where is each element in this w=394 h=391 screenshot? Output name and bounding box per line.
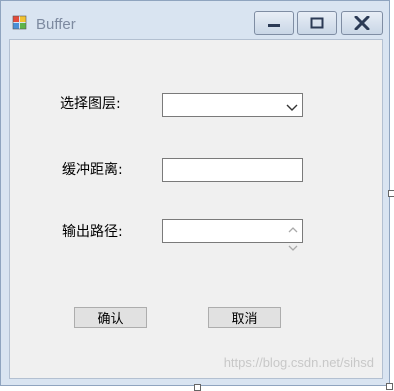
- maximize-icon: [310, 17, 324, 29]
- numeric-spinner[interactable]: [285, 221, 301, 251]
- layer-select[interactable]: [162, 93, 303, 117]
- window-title: Buffer: [36, 16, 76, 33]
- client-area: 选择图层: 缓冲距离: 输出路径: 确认 取消 https://blog.csd…: [9, 39, 383, 379]
- close-icon: [354, 16, 370, 30]
- confirm-button[interactable]: 确认: [74, 307, 147, 328]
- minimize-icon: [267, 18, 281, 28]
- resize-handle-corner[interactable]: [386, 383, 393, 390]
- output-label: 输出路径:: [62, 224, 123, 240]
- layer-label: 选择图层:: [60, 96, 121, 112]
- output-numeric-field[interactable]: [162, 219, 303, 251]
- chevron-up-icon[interactable]: [288, 221, 298, 239]
- title-bar[interactable]: Buffer: [1, 1, 389, 41]
- app-icon: [12, 15, 28, 31]
- resize-handle-bottom[interactable]: [194, 384, 201, 391]
- buffer-window: Buffer 选择图层: 缓冲距离: 输出路径: 确认 取消 https://b…: [0, 0, 390, 386]
- watermark-text: https://blog.csdn.net/sihsd: [223, 355, 374, 370]
- chevron-down-icon[interactable]: [288, 239, 298, 257]
- resize-handle-right[interactable]: [388, 190, 394, 197]
- cancel-button[interactable]: 取消: [208, 307, 281, 328]
- maximize-button[interactable]: [297, 11, 337, 35]
- distance-label: 缓冲距离:: [62, 162, 123, 178]
- chevron-down-icon: [286, 100, 298, 118]
- distance-input[interactable]: [162, 158, 303, 182]
- minimize-button[interactable]: [254, 11, 294, 35]
- close-button[interactable]: [341, 11, 383, 35]
